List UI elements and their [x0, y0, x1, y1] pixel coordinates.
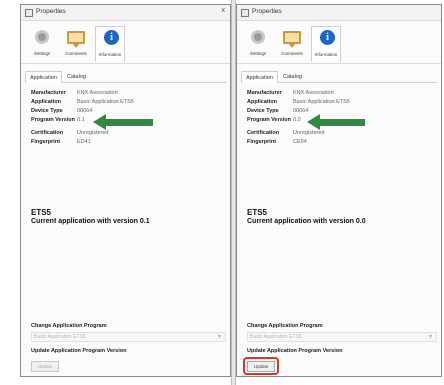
- prop-row-manufacturer: Manufacturer KNX Association: [31, 89, 224, 98]
- properties-icon: [25, 9, 33, 17]
- prop-key: Fingerprint: [247, 139, 277, 145]
- green-arrow-annotation: [93, 114, 153, 130]
- prop-row-certification: Certification Unregistered: [247, 129, 435, 138]
- current-version-text: Current application with version 0.1: [31, 218, 150, 225]
- properties-pane-right: Properties Settings Comments i Informati…: [236, 4, 442, 377]
- icon-tab-bar: Settings Comments i Information: [21, 22, 230, 64]
- sub-tab-bar: Application Catalog: [241, 71, 437, 83]
- tab-catalog[interactable]: Catalog: [279, 71, 306, 83]
- prop-key: Certification: [247, 130, 280, 136]
- properties-icon: [241, 9, 249, 17]
- chevron-down-icon: ▼: [217, 334, 222, 340]
- pane-titlebar: Properties: [237, 5, 441, 21]
- sub-tab-bar: Application Catalog: [25, 71, 226, 83]
- prop-value: Basic Application ETS5: [293, 99, 350, 105]
- tab-catalog[interactable]: Catalog: [63, 71, 90, 83]
- prop-key: Program Version: [247, 117, 292, 123]
- prop-row-device-type: Device Type 00064: [31, 107, 224, 116]
- select-value: Basic Application ETS5: [34, 334, 86, 340]
- prop-key: Application: [247, 99, 277, 105]
- prop-value: Unregistered: [77, 130, 109, 136]
- tab-information[interactable]: i Information: [95, 26, 125, 62]
- properties-pane-left: Properties x Settings Comments i Informa…: [20, 4, 231, 377]
- comment-icon: [283, 31, 301, 48]
- tab-settings[interactable]: Settings: [243, 26, 273, 62]
- icon-tab-bar: Settings Comments i Information: [237, 22, 441, 64]
- prop-value: 00064: [293, 108, 309, 114]
- prop-row-manufacturer: Manufacturer KNX Association: [247, 89, 435, 98]
- application-program-select[interactable]: Basic Application ETS5 ▼: [247, 332, 437, 342]
- prop-key: Device Type: [31, 108, 63, 114]
- ets-heading: ETS5: [31, 208, 52, 217]
- info-icon: i: [104, 30, 119, 45]
- tab-application[interactable]: Application: [25, 71, 62, 83]
- tab-label: Settings: [249, 51, 267, 56]
- close-icon[interactable]: x: [222, 7, 226, 14]
- arrow-shaft: [319, 119, 365, 126]
- prop-key: Program Version: [31, 117, 76, 123]
- pane-titlebar: Properties x: [21, 5, 230, 21]
- pane-title: Properties: [36, 8, 66, 15]
- green-arrow-annotation: [307, 114, 365, 130]
- prop-value: 0.1: [77, 117, 85, 123]
- gear-icon: [251, 30, 265, 44]
- tab-settings[interactable]: Settings: [27, 26, 57, 62]
- tab-application[interactable]: Application: [241, 71, 278, 83]
- red-highlight-annotation: [243, 357, 279, 375]
- tab-label: Information: [314, 52, 338, 57]
- prop-value: KNX Association: [293, 90, 334, 96]
- current-version-text: Current application with version 0.0: [247, 218, 366, 225]
- prop-row-certification: Certification Unregistered: [31, 129, 224, 138]
- prop-row-device-type: Device Type 00064: [247, 107, 435, 116]
- tab-comments[interactable]: Comments: [277, 26, 307, 62]
- prop-row-fingerprint: Fingerprint CE04: [247, 138, 435, 147]
- prop-value: CE04: [293, 139, 307, 145]
- prop-value: 00064: [77, 108, 93, 114]
- ets-heading: ETS5: [247, 208, 268, 217]
- tab-label: Settings: [33, 51, 51, 56]
- change-application-label: Change Application Program: [247, 323, 323, 329]
- comment-icon: [67, 31, 85, 48]
- prop-value: ED41: [77, 139, 91, 145]
- application-program-select[interactable]: Basic Application ETS5 ▼: [31, 332, 226, 342]
- prop-key: Fingerprint: [31, 139, 61, 145]
- prop-row-application: Application Basic Application ETS5: [247, 98, 435, 107]
- pane-title: Properties: [252, 8, 282, 15]
- update-button[interactable]: Update: [31, 361, 59, 372]
- update-version-label: Update Application Program Version: [31, 348, 127, 354]
- prop-key: Manufacturer: [31, 90, 66, 96]
- arrow-shaft: [105, 119, 153, 126]
- prop-value: Basic Application ETS5: [77, 99, 134, 105]
- prop-value: KNX Association: [77, 90, 118, 96]
- info-icon: i: [320, 30, 335, 45]
- prop-value: 0.0: [293, 117, 301, 123]
- tab-comments[interactable]: Comments: [61, 26, 91, 62]
- tab-label: Information: [98, 52, 122, 57]
- select-value: Basic Application ETS5: [250, 334, 302, 340]
- prop-key: Certification: [31, 130, 64, 136]
- tab-label: Comments: [65, 51, 87, 56]
- change-application-label: Change Application Program: [31, 323, 107, 329]
- update-version-label: Update Application Program Version: [247, 348, 343, 354]
- prop-value: Unregistered: [293, 130, 325, 136]
- prop-row-application: Application Basic Application ETS5: [31, 98, 224, 107]
- chevron-down-icon: ▼: [428, 334, 433, 340]
- prop-key: Manufacturer: [247, 90, 282, 96]
- tab-information[interactable]: i Information: [311, 26, 341, 62]
- prop-key: Device Type: [247, 108, 279, 114]
- gear-icon: [35, 30, 49, 44]
- prop-key: Application: [31, 99, 61, 105]
- prop-row-fingerprint: Fingerprint ED41: [31, 138, 224, 147]
- tab-label: Comments: [281, 51, 303, 56]
